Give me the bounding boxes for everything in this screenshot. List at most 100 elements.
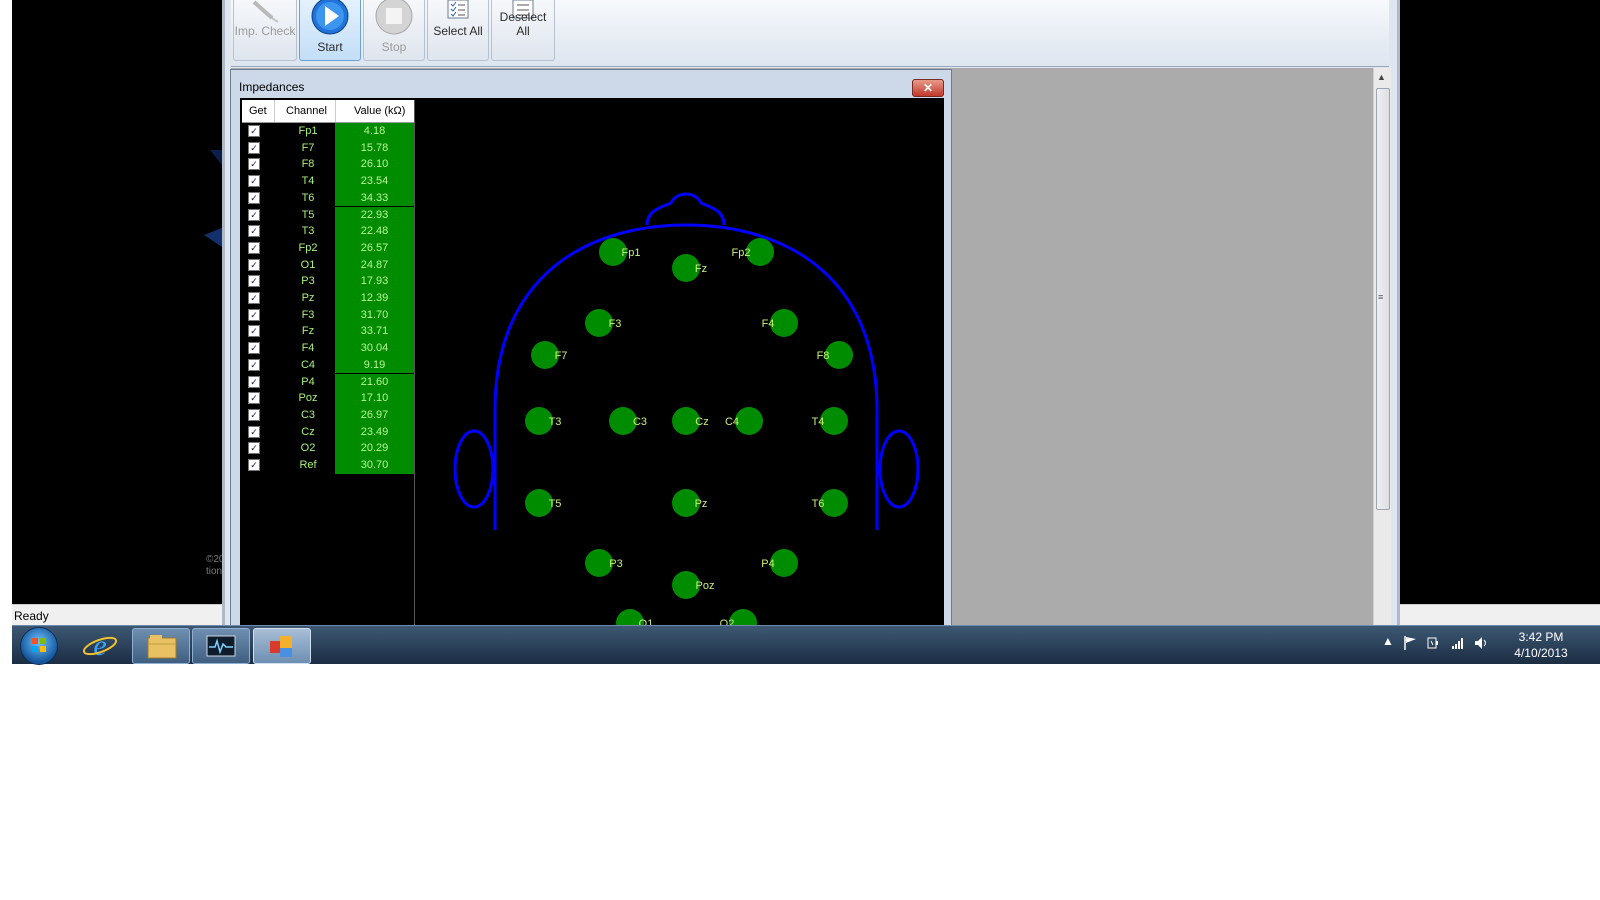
value-cell: 33.71 [335, 323, 414, 341]
get-checkbox[interactable]: ✓ [248, 141, 260, 154]
table-row: ✓ F8 26.10 [242, 156, 414, 174]
status-bar: Ready [12, 604, 222, 626]
electrode-c4[interactable] [735, 407, 763, 435]
column-header-channel[interactable]: Channel [286, 105, 327, 117]
get-checkbox[interactable]: ✓ [248, 392, 260, 405]
close-button[interactable]: ✕ [912, 79, 944, 97]
channel-cell: O2 [300, 442, 316, 455]
table-row: ✓ C3 26.97 [242, 406, 414, 424]
get-checkbox[interactable]: ✓ [248, 292, 260, 304]
table-row: ✓ P3 17.93 [242, 273, 414, 290]
get-checkbox[interactable]: ✓ [248, 175, 260, 188]
electrode-label: F8 [817, 350, 830, 362]
vertical-scrollbar[interactable]: ▲ ≡ [1373, 68, 1391, 625]
value-cell: 15.78 [335, 139, 414, 157]
value-cell: 21.60 [335, 373, 414, 391]
table-row: ✓ T6 34.33 [242, 189, 414, 207]
table-row: ✓ O2 20.29 [242, 440, 414, 457]
get-checkbox[interactable]: ✓ [248, 158, 260, 171]
value-cell: 23.54 [335, 173, 414, 190]
get-checkbox[interactable]: ✓ [248, 408, 260, 421]
table-row: ✓ Fp1 4.18 [242, 123, 414, 140]
system-clock[interactable]: 3:42 PM 4/10/2013 [1496, 629, 1586, 661]
value-cell: 26.57 [335, 239, 414, 257]
status-text: Ready [14, 609, 49, 623]
stop-label: Stop [381, 40, 407, 54]
get-checkbox[interactable]: ✓ [248, 225, 260, 238]
select-all-label: Select All [433, 24, 483, 38]
volume-icon[interactable] [1473, 635, 1489, 651]
get-checkbox[interactable]: ✓ [248, 208, 260, 221]
column-header-get[interactable]: Get [249, 105, 267, 117]
table-row: ✓ Cz 23.49 [242, 423, 414, 441]
network-signal-icon[interactable] [1450, 635, 1466, 651]
get-checkbox[interactable]: ✓ [248, 375, 260, 388]
channel-cell: T3 [301, 225, 315, 238]
action-center-flag-icon[interactable] [1402, 635, 1418, 651]
get-checkbox[interactable]: ✓ [248, 358, 260, 371]
get-checkbox[interactable]: ✓ [248, 125, 260, 137]
value-cell: 26.97 [335, 406, 414, 424]
start-button[interactable]: Start [299, 0, 361, 61]
eeg-monitor-icon[interactable] [192, 628, 250, 664]
get-checkbox[interactable]: ✓ [248, 258, 260, 271]
table-row: ✓ Ref 30.70 [242, 457, 414, 474]
get-checkbox[interactable]: ✓ [248, 241, 260, 254]
impedances-window: Impedances ✕ Get Channel Value (kΩ) ✓ Fp1… [230, 69, 952, 631]
start-button[interactable] [20, 627, 58, 665]
value-cell: 30.70 [335, 457, 414, 474]
electrode-label: F3 [609, 318, 622, 330]
electrode-label: C3 [633, 416, 647, 428]
channel-cell: P4 [301, 375, 315, 388]
table-row: ✓ Pz 12.39 [242, 290, 414, 307]
value-cell: 22.93 [335, 206, 414, 224]
table-header: Get Channel Value (kΩ) [242, 100, 414, 123]
electrode-label: T3 [549, 416, 562, 428]
scroll-up-icon[interactable]: ▲ [1377, 72, 1386, 82]
value-cell: 12.39 [335, 290, 414, 307]
toolbar: Imp. Check Start Stop Select All Deselec… [231, 0, 1389, 67]
electrode-label: Cz [695, 416, 708, 428]
imp-check-label: Imp. Check [234, 24, 296, 38]
get-checkbox[interactable]: ✓ [248, 275, 260, 288]
syringe-icon [252, 0, 279, 23]
channel-cell: O1 [300, 258, 316, 271]
get-checkbox[interactable]: ✓ [248, 342, 260, 355]
impedances-title: Impedances [239, 80, 305, 94]
table-row: ✓ Fp2 26.57 [242, 239, 414, 257]
get-checkbox[interactable]: ✓ [248, 308, 260, 321]
get-checkbox[interactable]: ✓ [248, 459, 260, 471]
stop-button[interactable]: Stop [363, 0, 425, 61]
channel-cell: F4 [301, 342, 315, 355]
value-cell: 26.10 [335, 156, 414, 174]
left-ear [453, 429, 495, 509]
electrode-label: T4 [812, 416, 825, 428]
channel-cell: T4 [301, 175, 315, 188]
get-checkbox[interactable]: ✓ [248, 442, 260, 455]
table-row: ✓ P4 21.60 [242, 373, 414, 391]
electrode-label: P3 [609, 558, 622, 570]
get-checkbox[interactable]: ✓ [248, 325, 260, 338]
electrode-label: T6 [812, 498, 825, 510]
table-row: ✓ F7 15.78 [242, 139, 414, 157]
internet-explorer-icon[interactable]: e [72, 628, 128, 662]
channel-cell: Fp2 [298, 241, 318, 254]
show-hidden-icons-arrow[interactable]: ▲ [1382, 634, 1394, 648]
deselect-all-button[interactable]: Deselect All [491, 0, 555, 61]
power-icon[interactable] [1425, 635, 1441, 651]
file-explorer-icon[interactable] [132, 628, 190, 664]
clock-date: 4/10/2013 [1514, 646, 1568, 660]
value-cell: 17.93 [335, 273, 414, 290]
select-all-button[interactable]: Select All [427, 0, 489, 61]
imp-check-button[interactable]: Imp. Check [233, 0, 297, 61]
get-checkbox[interactable]: ✓ [248, 191, 260, 204]
channel-cell: T6 [301, 191, 315, 204]
table-row: ✓ F4 30.04 [242, 340, 414, 357]
get-checkbox[interactable]: ✓ [248, 425, 260, 438]
channel-cell: Poz [298, 392, 318, 405]
office-app-icon[interactable] [253, 628, 311, 664]
column-header-value[interactable]: Value (kΩ) [354, 105, 405, 117]
checklist-icon [447, 0, 469, 19]
scrollbar-grip-icon: ≡ [1378, 292, 1384, 302]
channel-cell: F8 [301, 158, 315, 171]
